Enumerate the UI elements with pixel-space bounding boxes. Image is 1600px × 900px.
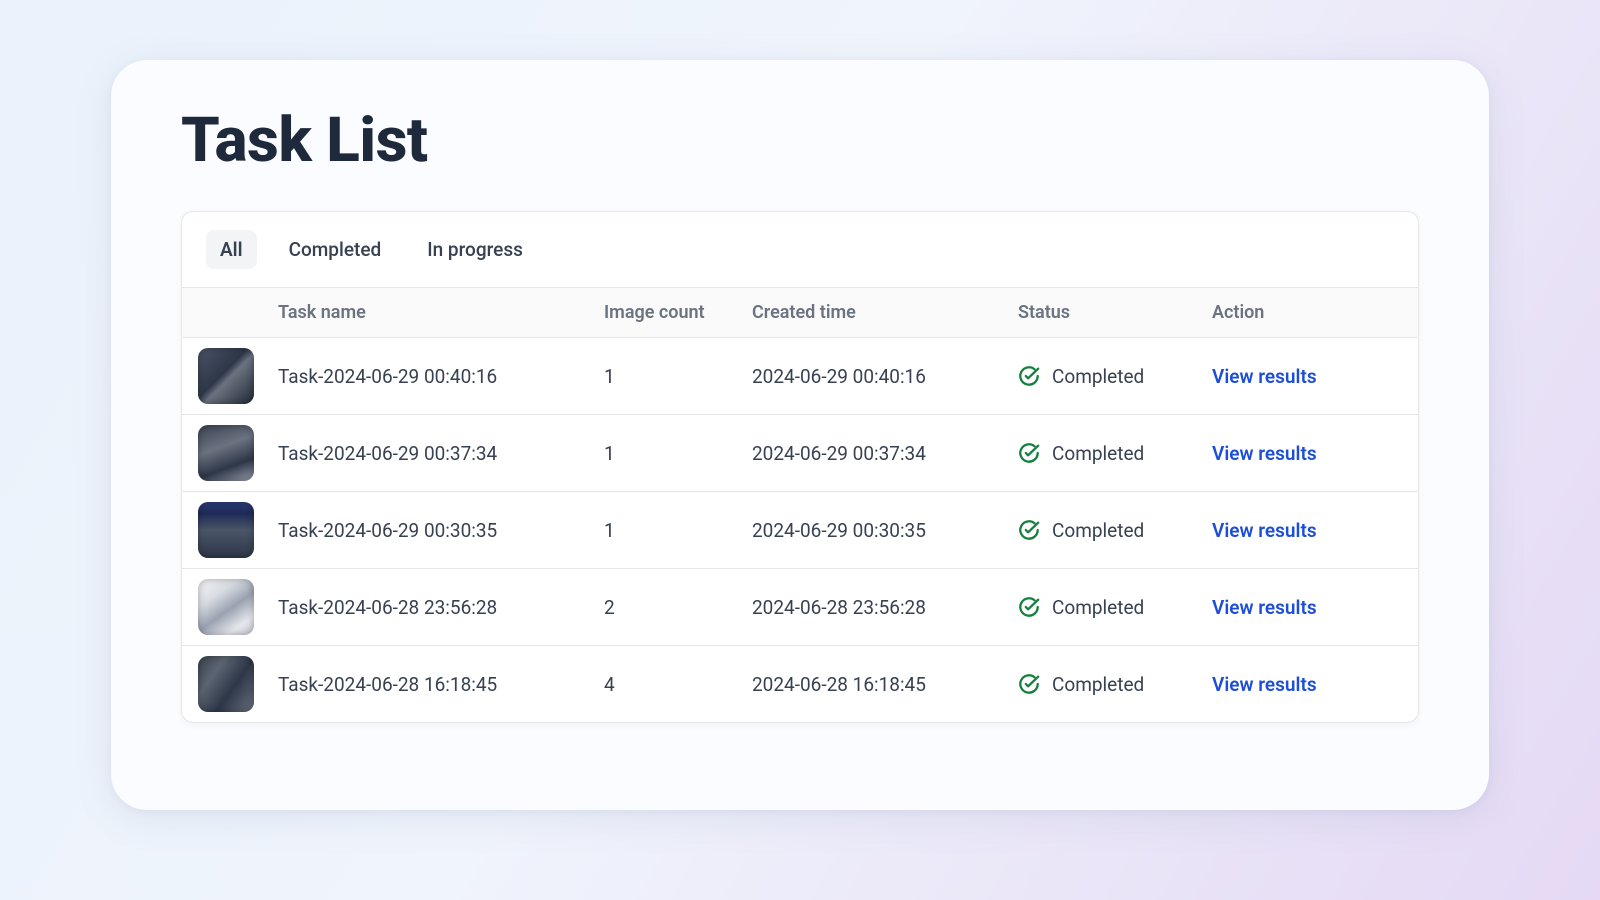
task-name-cell: Task-2024-06-29 00:40:16 bbox=[278, 365, 604, 388]
view-results-link[interactable]: View results bbox=[1212, 442, 1317, 465]
status-cell: Completed bbox=[1018, 519, 1212, 542]
table-row: Task-2024-06-28 16:18:45 4 2024-06-28 16… bbox=[182, 646, 1418, 722]
task-name-cell: Task-2024-06-28 16:18:45 bbox=[278, 673, 604, 696]
check-circle-icon bbox=[1018, 442, 1040, 464]
status-cell: Completed bbox=[1018, 442, 1212, 465]
col-thumbnail bbox=[198, 302, 278, 323]
table-row: Task-2024-06-28 23:56:28 2 2024-06-28 23… bbox=[182, 569, 1418, 646]
col-action: Action bbox=[1212, 302, 1372, 323]
view-results-link[interactable]: View results bbox=[1212, 596, 1317, 619]
view-results-link[interactable]: View results bbox=[1212, 519, 1317, 542]
check-circle-icon bbox=[1018, 596, 1040, 618]
task-name-cell: Task-2024-06-28 23:56:28 bbox=[278, 596, 604, 619]
status-cell: Completed bbox=[1018, 596, 1212, 619]
tab-in-progress[interactable]: In progress bbox=[413, 230, 537, 269]
table-header: Task name Image count Created time Statu… bbox=[182, 288, 1418, 338]
task-thumbnail bbox=[198, 502, 254, 558]
task-thumbnail bbox=[198, 579, 254, 635]
view-results-link[interactable]: View results bbox=[1212, 673, 1317, 696]
col-task-name: Task name bbox=[278, 302, 604, 323]
status-text: Completed bbox=[1052, 519, 1144, 542]
table-row: Task-2024-06-29 00:30:35 1 2024-06-29 00… bbox=[182, 492, 1418, 569]
image-count-cell: 1 bbox=[604, 365, 752, 388]
col-image-count: Image count bbox=[604, 302, 752, 323]
page-title: Task List bbox=[181, 104, 1419, 177]
tab-all[interactable]: All bbox=[206, 230, 257, 269]
task-table-container: All Completed In progress Task name Imag… bbox=[181, 211, 1419, 723]
created-time-cell: 2024-06-28 16:18:45 bbox=[752, 673, 1018, 696]
col-created-time: Created time bbox=[752, 302, 1018, 323]
status-text: Completed bbox=[1052, 365, 1144, 388]
check-circle-icon bbox=[1018, 365, 1040, 387]
created-time-cell: 2024-06-29 00:37:34 bbox=[752, 442, 1018, 465]
created-time-cell: 2024-06-29 00:30:35 bbox=[752, 519, 1018, 542]
created-time-cell: 2024-06-28 23:56:28 bbox=[752, 596, 1018, 619]
col-status: Status bbox=[1018, 302, 1212, 323]
image-count-cell: 4 bbox=[604, 673, 752, 696]
status-cell: Completed bbox=[1018, 673, 1212, 696]
status-cell: Completed bbox=[1018, 365, 1212, 388]
status-text: Completed bbox=[1052, 596, 1144, 619]
tab-completed[interactable]: Completed bbox=[275, 230, 396, 269]
status-text: Completed bbox=[1052, 673, 1144, 696]
table-row: Task-2024-06-29 00:37:34 1 2024-06-29 00… bbox=[182, 415, 1418, 492]
task-list-card: Task List All Completed In progress Task… bbox=[111, 60, 1489, 810]
table-body: Task-2024-06-29 00:40:16 1 2024-06-29 00… bbox=[182, 338, 1418, 722]
task-name-cell: Task-2024-06-29 00:30:35 bbox=[278, 519, 604, 542]
task-thumbnail bbox=[198, 656, 254, 712]
created-time-cell: 2024-06-29 00:40:16 bbox=[752, 365, 1018, 388]
check-circle-icon bbox=[1018, 519, 1040, 541]
filter-tabs: All Completed In progress bbox=[182, 212, 1418, 288]
image-count-cell: 1 bbox=[604, 519, 752, 542]
table-row: Task-2024-06-29 00:40:16 1 2024-06-29 00… bbox=[182, 338, 1418, 415]
status-text: Completed bbox=[1052, 442, 1144, 465]
image-count-cell: 1 bbox=[604, 442, 752, 465]
image-count-cell: 2 bbox=[604, 596, 752, 619]
task-thumbnail bbox=[198, 348, 254, 404]
view-results-link[interactable]: View results bbox=[1212, 365, 1317, 388]
task-name-cell: Task-2024-06-29 00:37:34 bbox=[278, 442, 604, 465]
task-thumbnail bbox=[198, 425, 254, 481]
check-circle-icon bbox=[1018, 673, 1040, 695]
